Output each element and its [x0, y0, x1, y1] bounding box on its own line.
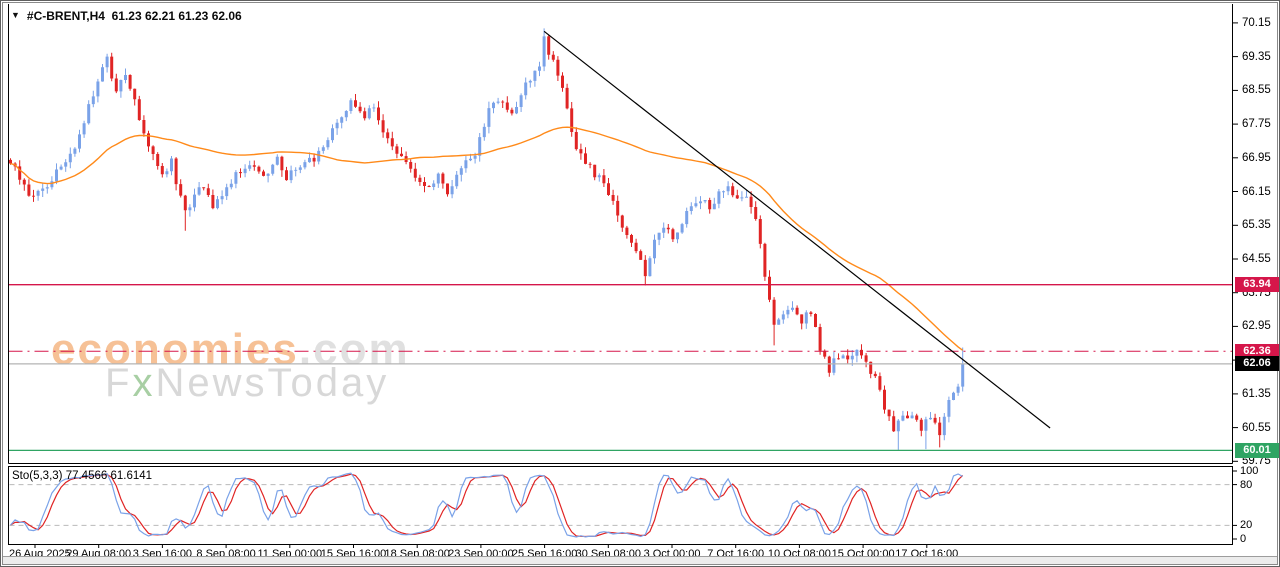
price-axis-label: 70.15	[1242, 16, 1271, 30]
stochastic-axis-label: 0	[1240, 532, 1246, 546]
stochastic-axis-label: 20	[1240, 518, 1252, 532]
symbol-info: ▼ #C-BRENT,H4 61.23 62.21 61.23 62.06	[11, 9, 242, 23]
chart-canvas[interactable]	[1, 1, 1280, 567]
price-axis-label: 69.35	[1242, 50, 1271, 64]
price-axis-label: 62.95	[1242, 319, 1271, 333]
price-axis-label: 65.35	[1242, 218, 1271, 232]
symbol-dropdown-icon[interactable]: ▼	[11, 10, 20, 20]
candles	[11, 28, 963, 450]
price-axis-label: 67.75	[1242, 117, 1271, 131]
window-bottom-strip	[3, 556, 1277, 564]
moving-average-line	[11, 127, 963, 350]
stochastic-label: Sto(5,3,3) 77.4566 61.6141	[12, 470, 152, 482]
price-level-badge: 62.06	[1235, 356, 1279, 371]
price-axis-label: 66.15	[1242, 185, 1271, 199]
plot-frame	[9, 4, 1233, 464]
descending-trendline[interactable]	[544, 31, 1050, 428]
stochastic-k-line	[11, 473, 963, 537]
price-axis-label: 64.55	[1242, 252, 1271, 266]
price-axis-label: 68.55	[1242, 83, 1271, 97]
stochastic-d-line	[11, 474, 963, 536]
symbol-ohlc-label: #C-BRENT,H4 61.23 62.21 61.23 62.06	[27, 9, 242, 23]
price-level-badge: 63.94	[1235, 277, 1279, 292]
price-level-badge: 60.01	[1235, 443, 1279, 458]
stochastic-axis-label: 80	[1240, 478, 1252, 492]
price-axis-label: 60.55	[1242, 421, 1271, 435]
chart-window: economies.com FxNewsToday ▼#C-BRENT,H4 6…	[0, 0, 1280, 567]
stochastic-axis-label: 100	[1240, 464, 1258, 478]
price-axis-label: 66.95	[1242, 151, 1271, 165]
price-axis-label: 61.35	[1242, 387, 1271, 401]
